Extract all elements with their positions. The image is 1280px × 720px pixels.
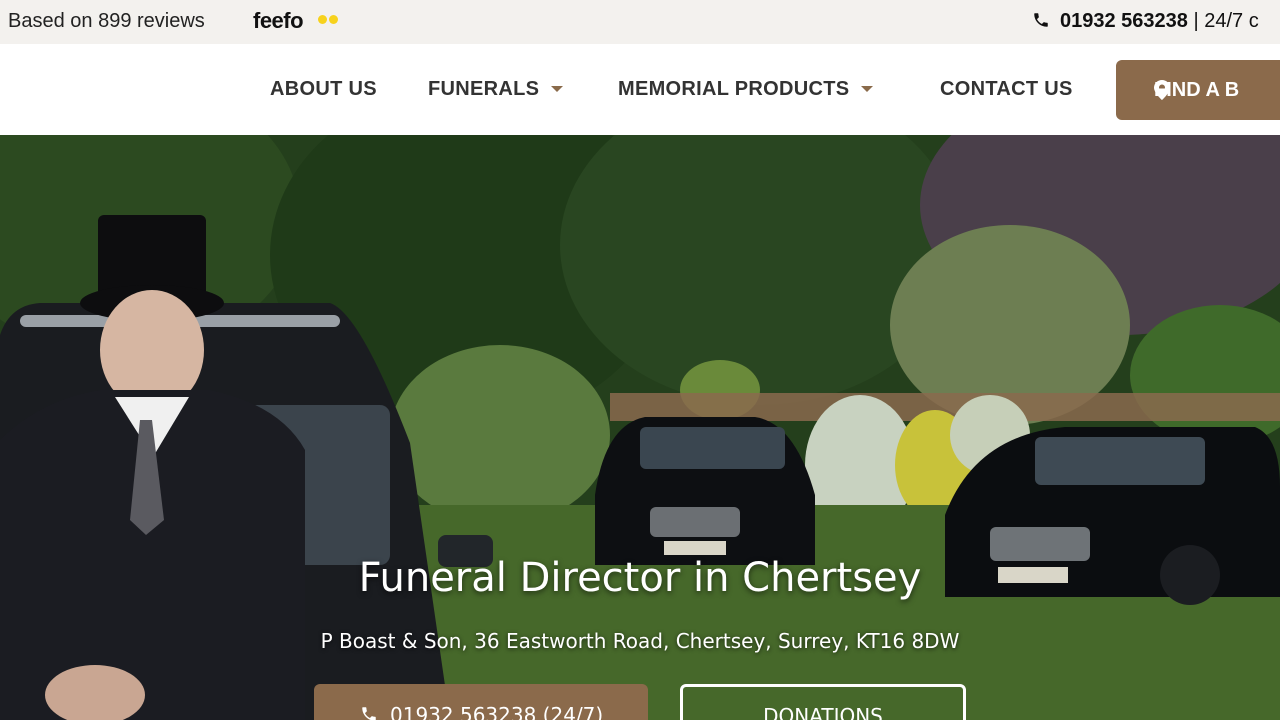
top-phone-number[interactable]: 01932 563238 bbox=[1060, 10, 1188, 32]
hero-title: Funeral Director in Chertsey bbox=[0, 555, 1280, 601]
feefo-logo[interactable]: feefo bbox=[253, 8, 304, 34]
find-branch-button[interactable]: FIND A B bbox=[1116, 60, 1280, 120]
top-bar: Based on 899 reviews feefo 01932 563238 … bbox=[0, 0, 1280, 44]
chevron-down-icon[interactable] bbox=[861, 86, 874, 92]
donations-button-label[interactable]: DONATIONS bbox=[763, 704, 883, 720]
feefo-logo-dots bbox=[318, 11, 340, 24]
nav-about-us[interactable]: ABOUT US bbox=[270, 78, 377, 101]
nav-memorial-products-label[interactable]: MEMORIAL PRODUCTS bbox=[618, 78, 849, 100]
phone-icon bbox=[362, 707, 376, 720]
top-phone[interactable]: 01932 563238 | 24/7 c bbox=[1032, 10, 1259, 33]
call-button-label[interactable]: 01932 563238 (24/7) bbox=[390, 703, 603, 720]
main-nav: ABOUT US FUNERALS MEMORIAL PRODUCTS CONT… bbox=[0, 44, 1280, 135]
phone-icon bbox=[1034, 13, 1048, 27]
nav-funerals[interactable]: FUNERALS bbox=[428, 78, 564, 101]
hero-title-text: Funeral Director in Chertsey bbox=[358, 555, 922, 601]
top-phone-suffix: | 24/7 c bbox=[1193, 10, 1259, 32]
reviews-text[interactable]: Based on 899 reviews bbox=[8, 10, 205, 33]
hero-section: Funeral Director in Chertsey P Boast & S… bbox=[0, 135, 1280, 720]
donations-button[interactable]: DONATIONS bbox=[680, 684, 966, 720]
map-pin-icon[interactable] bbox=[1154, 80, 1170, 100]
nav-memorial-products[interactable]: MEMORIAL PRODUCTS bbox=[618, 78, 874, 101]
call-button[interactable]: 01932 563238 (24/7) bbox=[314, 684, 648, 720]
chevron-down-icon[interactable] bbox=[551, 86, 564, 92]
nav-funerals-label[interactable]: FUNERALS bbox=[428, 78, 539, 100]
nav-contact-us[interactable]: CONTACT US bbox=[940, 78, 1073, 101]
hero-address: P Boast & Son, 36 Eastworth Road, Cherts… bbox=[320, 629, 960, 653]
